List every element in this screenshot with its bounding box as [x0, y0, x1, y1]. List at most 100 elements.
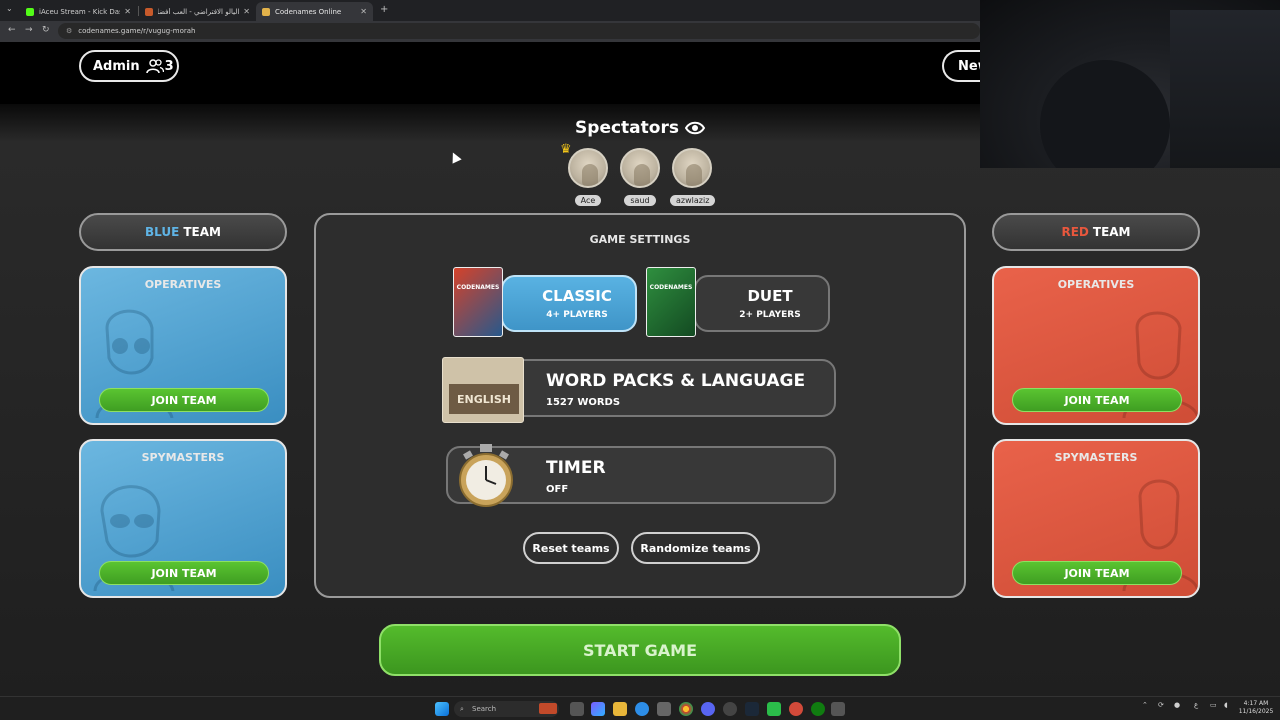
chrome-icon[interactable]: [679, 702, 693, 716]
store-icon[interactable]: [657, 702, 671, 716]
xbox-icon[interactable]: [811, 702, 825, 716]
clock-date: 11/16/2025: [1238, 708, 1274, 715]
task-view-icon[interactable]: [570, 702, 584, 716]
file-explorer-icon[interactable]: [613, 702, 627, 716]
mic-icon[interactable]: ●: [1174, 701, 1180, 709]
spectator-avatar[interactable]: azwlaziz: [670, 148, 716, 207]
timer-status: OFF: [546, 484, 569, 495]
blue-team-header: BLUE TEAM: [79, 213, 287, 251]
join-red-operatives-button[interactable]: JOIN TEAM: [1012, 388, 1182, 412]
box-label: CODENAMES: [649, 284, 693, 291]
taskbar-clock[interactable]: 4:17 AM 11/16/2025: [1236, 700, 1276, 716]
red-team-header: RED TEAM: [992, 213, 1200, 251]
windows-start-icon[interactable]: [435, 702, 449, 716]
join-blue-operatives-button[interactable]: JOIN TEAM: [99, 388, 269, 412]
duet-box-art: CODENAMES: [646, 267, 696, 337]
join-red-spymasters-button[interactable]: JOIN TEAM: [1012, 561, 1182, 585]
address-bar[interactable]: ⚙ codenames.game/r/vugug-morah: [58, 23, 980, 39]
sync-icon[interactable]: ⟳: [1158, 701, 1164, 709]
close-icon[interactable]: ✕: [360, 7, 367, 16]
mode-subtitle: 2+ PLAYERS: [739, 310, 801, 320]
spectators-title: Spectators: [575, 118, 679, 138]
avatar-image: [620, 148, 660, 188]
taskbar-search[interactable]: ⌕ Search: [454, 701, 559, 717]
mode-classic-button[interactable]: CLASSIC 4+ PLAYERS: [501, 275, 637, 332]
steam-icon[interactable]: [745, 702, 759, 716]
players-icon: [145, 59, 164, 74]
discord-icon[interactable]: [701, 702, 715, 716]
spectators-heading: Spectators: [560, 118, 720, 138]
keyboard-language[interactable]: ع: [1194, 701, 1198, 709]
obs-icon[interactable]: [723, 702, 737, 716]
search-highlight-icon: [539, 703, 557, 714]
search-label: Search: [472, 705, 497, 713]
blue-spymasters-card: SPYMASTERS JOIN TEAM: [79, 439, 287, 598]
admin-button[interactable]: Admin 3: [79, 50, 179, 82]
kick-icon: [26, 7, 34, 16]
webcam-overlay: [980, 0, 1280, 168]
reset-teams-button[interactable]: Reset teams: [523, 532, 619, 564]
start-game-button[interactable]: START GAME: [379, 624, 901, 676]
copilot-icon[interactable]: [591, 702, 605, 716]
windows-taskbar: ⌕ Search ⌃ ⟳ ● ع ▭ ◖ 4:17 AM 11/16/2025: [0, 696, 1280, 720]
word-packs-button[interactable]: ENGLISH WORD PACKS & LANGUAGE 1527 WORDS: [442, 357, 836, 423]
kick-app-icon[interactable]: [767, 702, 781, 716]
team-color-label: BLUE: [145, 225, 180, 239]
mode-duet-button[interactable]: DUET 2+ PLAYERS: [694, 275, 830, 332]
language-box: ENGLISH: [442, 357, 524, 423]
stopwatch-icon: [459, 444, 513, 507]
operatives-title: OPERATIVES: [144, 278, 222, 291]
tab-title: iAceu Stream - Kick Dashboard: [39, 7, 120, 16]
randomize-teams-button[interactable]: Randomize teams: [631, 532, 760, 564]
search-icon: ⌕: [460, 704, 464, 713]
notepad-icon[interactable]: [831, 702, 845, 716]
tray-chevron-icon[interactable]: ⌃: [1142, 701, 1148, 709]
network-icon[interactable]: ▭: [1210, 701, 1217, 709]
webcam-figure: [1040, 60, 1170, 168]
tab-codenames[interactable]: Codenames Online ✕: [256, 2, 373, 21]
game-settings-panel: GAME SETTINGS CLASSIC 4+ PLAYERS CODENAM…: [314, 213, 966, 598]
spectator-avatar[interactable]: saud: [618, 148, 662, 207]
timer-title: TIMER: [546, 458, 606, 478]
screen: ⌄ iAceu Stream - Kick Dashboard ✕ اليالو…: [0, 0, 1280, 720]
classic-box-art: CODENAMES: [453, 267, 503, 337]
avatar-image: [568, 148, 608, 188]
site-icon: [145, 7, 153, 16]
tab-search-icon[interactable]: ⌄: [6, 4, 13, 13]
mouse-cursor: [448, 150, 462, 164]
avatar-image: [672, 148, 712, 188]
edge-icon[interactable]: [635, 702, 649, 716]
back-button[interactable]: ←: [8, 25, 16, 35]
spymasters-title: SPYMASTERS: [141, 451, 225, 464]
spectator-avatar[interactable]: ♛ Ace: [560, 142, 610, 207]
player-count: 3: [164, 58, 174, 74]
timer-button[interactable]: TIMER OFF: [446, 444, 836, 507]
red-spymasters-card: SPYMASTERS JOIN TEAM: [992, 439, 1200, 598]
mode-subtitle: 4+ PLAYERS: [546, 310, 608, 320]
volume-icon[interactable]: ◖: [1224, 701, 1228, 709]
tab-arabic-site[interactable]: اليالو الافتراضي - العب أفضل ل... ✕: [139, 2, 256, 21]
clock-time: 4:17 AM: [1243, 700, 1269, 707]
eye-icon: [684, 121, 705, 135]
reload-button[interactable]: ↻: [42, 25, 50, 35]
join-blue-spymasters-button[interactable]: JOIN TEAM: [99, 561, 269, 585]
close-icon[interactable]: ✕: [243, 7, 250, 16]
mode-title: CLASSIC: [542, 287, 612, 305]
codenames-icon: [262, 7, 270, 16]
tab-title: اليالو الافتراضي - العب أفضل ل...: [158, 7, 240, 16]
forward-button[interactable]: →: [25, 25, 33, 35]
mode-title: DUET: [747, 287, 793, 305]
team-label: TEAM: [183, 225, 221, 239]
operatives-title: OPERATIVES: [1057, 278, 1135, 291]
team-color-label: RED: [1061, 225, 1089, 239]
app-icon[interactable]: [789, 702, 803, 716]
spectator-name: saud: [624, 195, 656, 206]
tab-kick-dashboard[interactable]: iAceu Stream - Kick Dashboard ✕: [20, 2, 137, 21]
blue-operatives-card: OPERATIVES JOIN TEAM: [79, 266, 287, 425]
site-info-icon[interactable]: ⚙: [66, 27, 72, 35]
word-packs-title: WORD PACKS & LANGUAGE: [546, 371, 806, 391]
new-tab-button[interactable]: +: [380, 4, 388, 15]
close-icon[interactable]: ✕: [124, 7, 131, 16]
box-label: CODENAMES: [456, 284, 500, 291]
red-operatives-card: OPERATIVES JOIN TEAM: [992, 266, 1200, 425]
